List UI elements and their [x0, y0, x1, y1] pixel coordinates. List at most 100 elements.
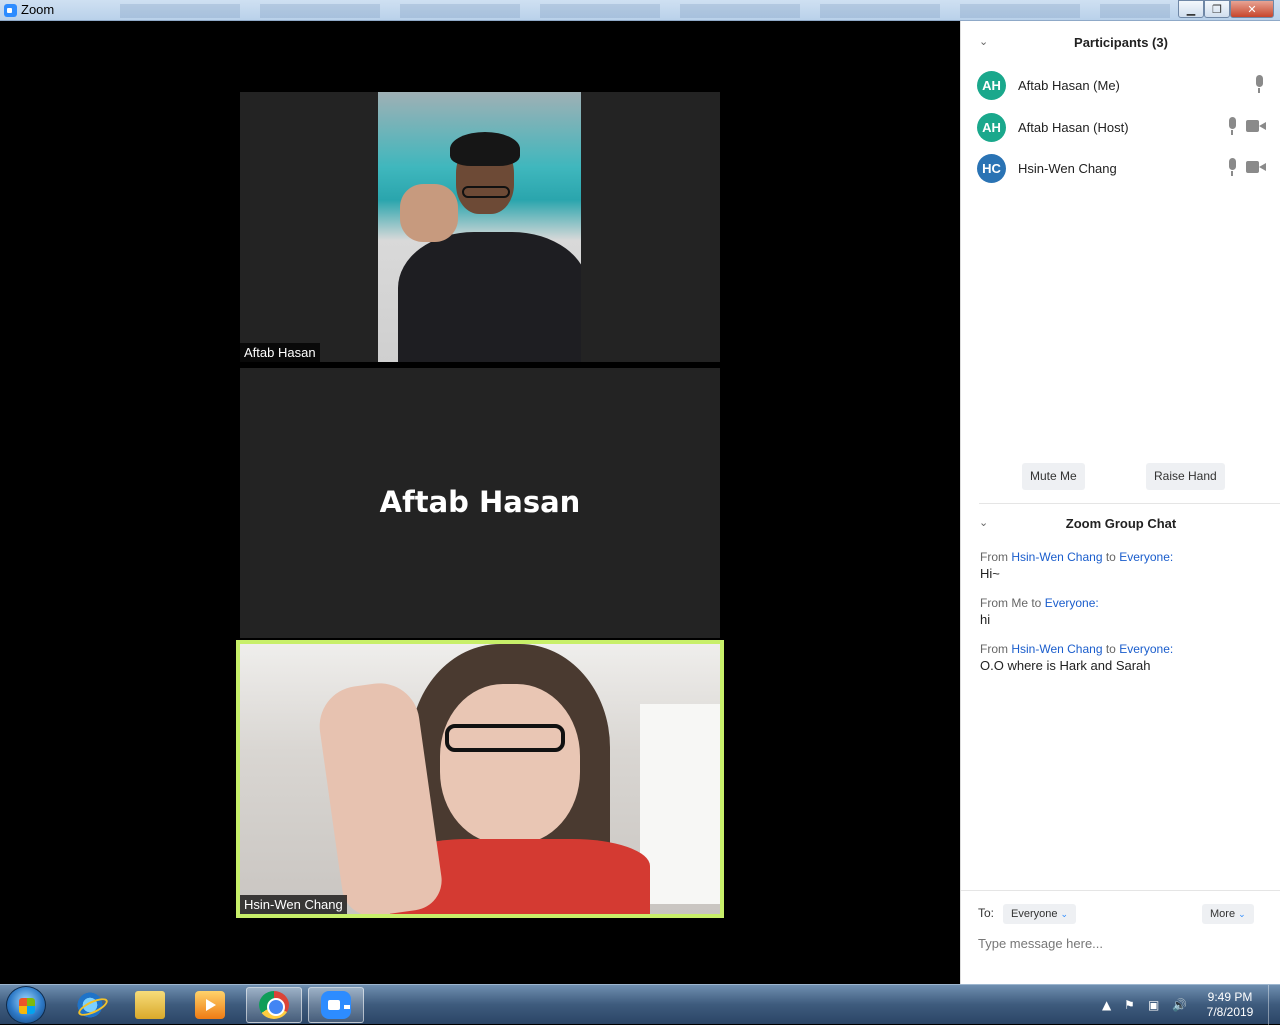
- media-player-icon: [195, 991, 225, 1019]
- participant-name-label: Aftab Hasan: [240, 343, 320, 362]
- participant-list: AH Aftab Hasan (Me) AH Aftab Hasan (Host…: [961, 69, 1280, 194]
- video-person-fist: [400, 184, 458, 242]
- window-title: Zoom: [21, 2, 55, 17]
- sender-link[interactable]: Hsin-Wen Chang: [1011, 550, 1102, 564]
- divider: [979, 503, 1280, 504]
- clock-date: 7/8/2019: [1206, 1005, 1254, 1019]
- from-prefix: From: [980, 642, 1012, 656]
- from-prefix: From Me to: [980, 596, 1045, 610]
- chrome-button[interactable]: [246, 987, 302, 1023]
- recipient-link[interactable]: Everyone:: [1119, 550, 1173, 564]
- minimize-button[interactable]: ▁: [1178, 0, 1204, 18]
- chat-message: From Me to Everyone: hi: [980, 595, 1270, 629]
- video-feed: [378, 92, 581, 362]
- from-prefix: From: [980, 550, 1012, 564]
- message-input[interactable]: [978, 932, 1268, 954]
- chrome-icon: [259, 991, 289, 1019]
- participant-actions: Mute Me Raise Hand: [961, 463, 1280, 490]
- participant-row[interactable]: HC Hsin-Wen Chang: [961, 152, 1280, 194]
- video-person-face: [440, 684, 580, 844]
- restore-button[interactable]: ❐: [1204, 0, 1230, 18]
- recipient-link[interactable]: Everyone:: [1119, 642, 1173, 656]
- participant-name: Aftab Hasan (Me): [1018, 78, 1120, 93]
- background-blur: [120, 4, 1170, 18]
- network-icon[interactable]: ▣: [1148, 998, 1159, 1012]
- video-feed: [240, 644, 720, 914]
- video-gallery: Aftab Hasan Aftab Hasan Hsin-Wen Chang: [0, 21, 960, 984]
- zoom-icon: [321, 991, 351, 1019]
- video-person-hair: [450, 132, 520, 166]
- avatar: AH: [977, 112, 1006, 142]
- chat-message: From Hsin-Wen Chang to Everyone: Hi~: [980, 549, 1270, 583]
- file-explorer-icon: [135, 991, 165, 1019]
- internet-explorer-button[interactable]: [62, 987, 118, 1023]
- participants-header: ⌄ Participants (3): [961, 35, 1280, 65]
- windows-taskbar: ▲ ⚑ ▣ 🔊 9:49 PM 7/8/2019: [0, 984, 1280, 1025]
- show-desktop-button[interactable]: [1268, 985, 1280, 1025]
- chevron-down-icon[interactable]: ⌄: [979, 516, 988, 529]
- mute-me-button[interactable]: Mute Me: [1022, 463, 1085, 490]
- participant-name-label: Hsin-Wen Chang: [240, 895, 347, 914]
- video-person-body: [398, 232, 581, 362]
- chat-message: From Hsin-Wen Chang to Everyone: O.O whe…: [980, 641, 1270, 675]
- recipient-value: Everyone: [1011, 908, 1058, 920]
- to-text: to: [1102, 642, 1120, 656]
- windows-start-icon[interactable]: [6, 986, 46, 1024]
- message-text: O.O where is Hark and Sarah: [980, 658, 1151, 673]
- video-person-glasses: [445, 724, 565, 752]
- clock-time: 9:49 PM: [1207, 990, 1253, 1004]
- raise-hand-button[interactable]: Raise Hand: [1146, 463, 1225, 490]
- window-title-bar: Zoom ▁ ❐ ✕: [0, 0, 1280, 21]
- microphone-icon[interactable]: [1227, 116, 1237, 137]
- window-controls: ▁ ❐ ✕: [1178, 0, 1274, 18]
- sender-link[interactable]: Hsin-Wen Chang: [1011, 642, 1102, 656]
- to-text: to: [1102, 550, 1120, 564]
- avatar: AH: [977, 71, 1006, 100]
- chat-title: Zoom Group Chat: [1065, 516, 1177, 531]
- show-hidden-icons-icon[interactable]: ▲: [1102, 998, 1111, 1012]
- more-label: More: [1210, 908, 1236, 920]
- participants-title: Participants (3): [1074, 35, 1168, 50]
- chevron-down-icon[interactable]: ⌄: [979, 35, 988, 48]
- close-button[interactable]: ✕: [1230, 0, 1274, 18]
- media-player-button[interactable]: [182, 987, 238, 1023]
- to-label: To:: [978, 906, 995, 920]
- avatar: HC: [977, 154, 1006, 183]
- side-panel: ⌄ Participants (3) AH Aftab Hasan (Me) A…: [960, 21, 1280, 984]
- video-background-light: [640, 704, 720, 904]
- windows-logo-icon: [19, 998, 35, 1014]
- more-dropdown[interactable]: More ⌄: [1202, 904, 1254, 924]
- video-tile-active-speaker[interactable]: Hsin-Wen Chang: [236, 640, 724, 918]
- zoom-app-icon: [4, 4, 17, 17]
- message-meta: From Hsin-Wen Chang to Everyone:: [980, 641, 1270, 657]
- internet-explorer-icon: [75, 991, 105, 1019]
- video-tile-aftab-camera[interactable]: Aftab Hasan: [240, 92, 720, 362]
- zoom-taskbar-button[interactable]: [308, 987, 364, 1023]
- video-tile-aftab-no-video[interactable]: Aftab Hasan: [240, 368, 720, 638]
- message-meta: From Me to Everyone:: [980, 595, 1270, 611]
- chat-composer: To: Everyone ⌄ More ⌄: [961, 890, 1280, 984]
- participant-row[interactable]: AH Aftab Hasan (Me): [961, 69, 1280, 111]
- system-clock[interactable]: 9:49 PM 7/8/2019: [1200, 990, 1260, 1020]
- chat-header: ⌄ Zoom Group Chat: [961, 516, 1280, 546]
- message-meta: From Hsin-Wen Chang to Everyone:: [980, 549, 1270, 565]
- file-explorer-button[interactable]: [122, 987, 178, 1023]
- recipient-link[interactable]: Everyone:: [1045, 596, 1099, 610]
- video-camera-icon[interactable]: [1246, 161, 1266, 173]
- message-text: hi: [980, 612, 991, 627]
- microphone-icon[interactable]: [1254, 75, 1264, 95]
- participant-name-placeholder: Aftab Hasan: [379, 485, 581, 519]
- video-camera-icon[interactable]: [1246, 119, 1266, 132]
- action-center-flag-icon[interactable]: ⚑: [1124, 998, 1135, 1012]
- participant-name: Aftab Hasan (Host): [1018, 119, 1129, 135]
- chevron-down-icon: ⌄: [1238, 909, 1246, 919]
- microphone-icon[interactable]: [1227, 158, 1237, 178]
- chevron-down-icon: ⌄: [1060, 909, 1069, 919]
- message-text: Hi~: [980, 566, 1000, 581]
- volume-icon[interactable]: 🔊: [1172, 998, 1187, 1012]
- participant-name: Hsin-Wen Chang: [1018, 161, 1117, 176]
- recipient-dropdown[interactable]: Everyone ⌄: [1003, 904, 1077, 924]
- participant-row[interactable]: AH Aftab Hasan (Host): [961, 111, 1280, 153]
- video-person-glasses: [462, 186, 510, 198]
- chat-messages: From Hsin-Wen Chang to Everyone: Hi~ Fro…: [980, 549, 1270, 687]
